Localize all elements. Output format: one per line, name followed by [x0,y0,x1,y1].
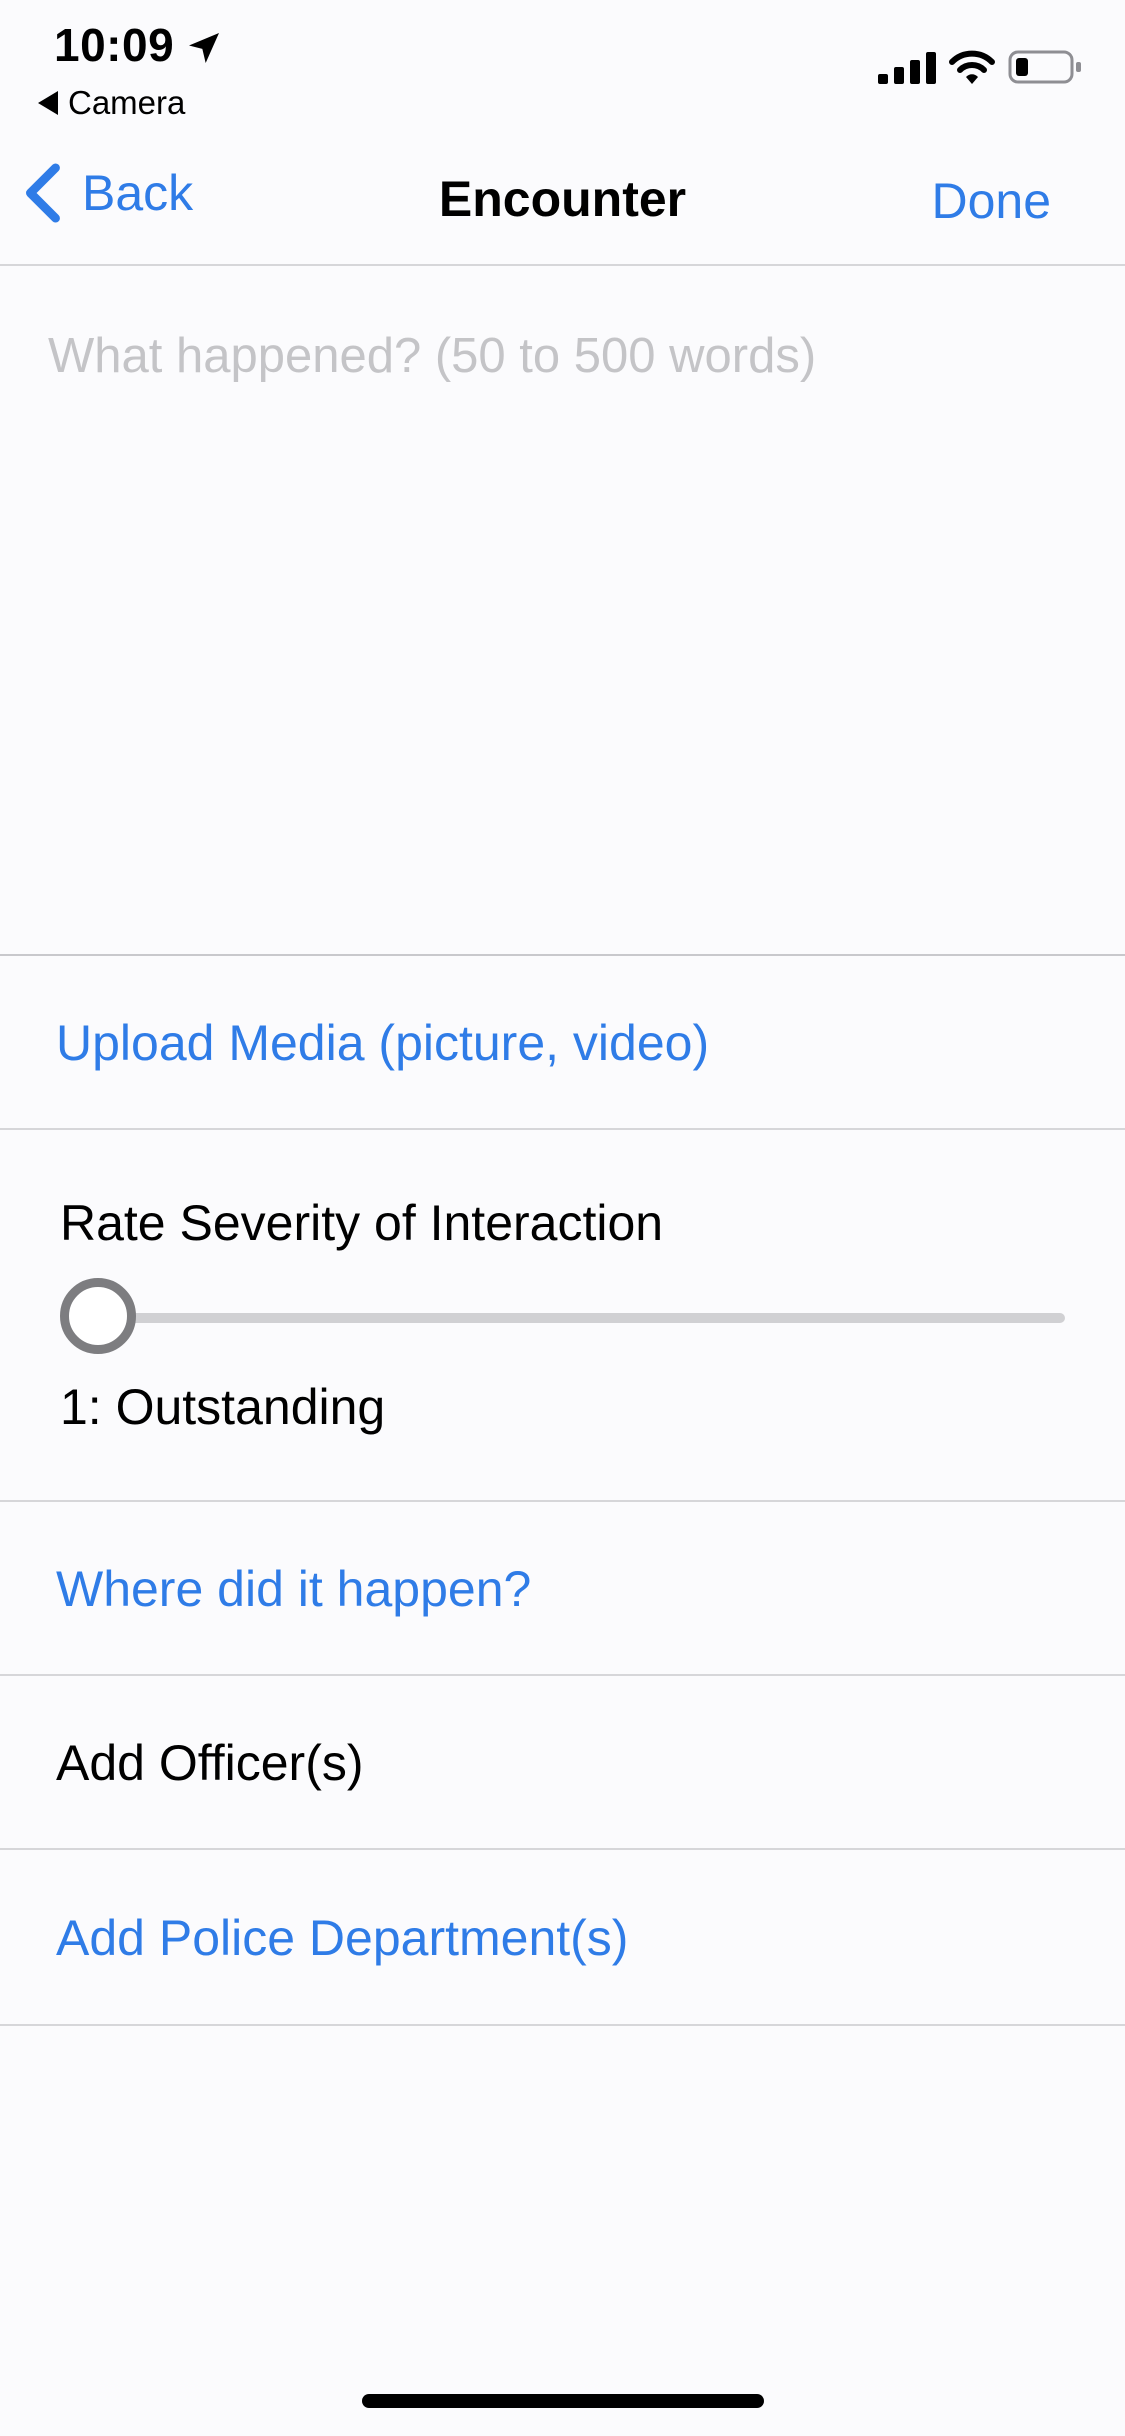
severity-value: 1: Outstanding [60,1379,386,1435]
back-triangle-icon [38,91,58,115]
encounter-screen: 10:09 Camera Back Encounter Done What ha… [0,0,1125,2436]
upload-media-row[interactable]: Upload Media (picture, video) [0,958,1125,1130]
wifi-icon [949,50,995,84]
home-indicator[interactable] [362,2394,764,2408]
severity-label: Rate Severity of Interaction [60,1195,664,1251]
severity-slider-thumb[interactable] [60,1278,136,1354]
add-departments-row[interactable]: Add Police Department(s) [0,1852,1125,2026]
description-area [0,268,1125,956]
navigation-bar: Back Encounter Done [0,130,1125,266]
status-bar: 10:09 Camera [0,0,1125,130]
status-time: 10:09 [54,19,175,71]
location-label: Where did it happen? [56,1561,532,1617]
add-officers-label: Add Officer(s) [56,1735,364,1791]
location-arrow-icon [189,33,219,63]
severity-slider-track[interactable] [98,1313,1065,1323]
add-officers-row[interactable]: Add Officer(s) [0,1678,1125,1850]
done-button[interactable]: Done [931,172,1051,230]
description-input[interactable] [0,268,1125,954]
back-to-app-link[interactable]: Camera [38,84,185,122]
signal-icon [878,52,936,84]
location-row[interactable]: Where did it happen? [0,1504,1125,1676]
add-departments-label: Add Police Department(s) [56,1910,629,1966]
upload-media-label: Upload Media (picture, video) [56,1015,710,1071]
battery-icon [1008,50,1081,84]
back-app-label: Camera [68,84,186,121]
